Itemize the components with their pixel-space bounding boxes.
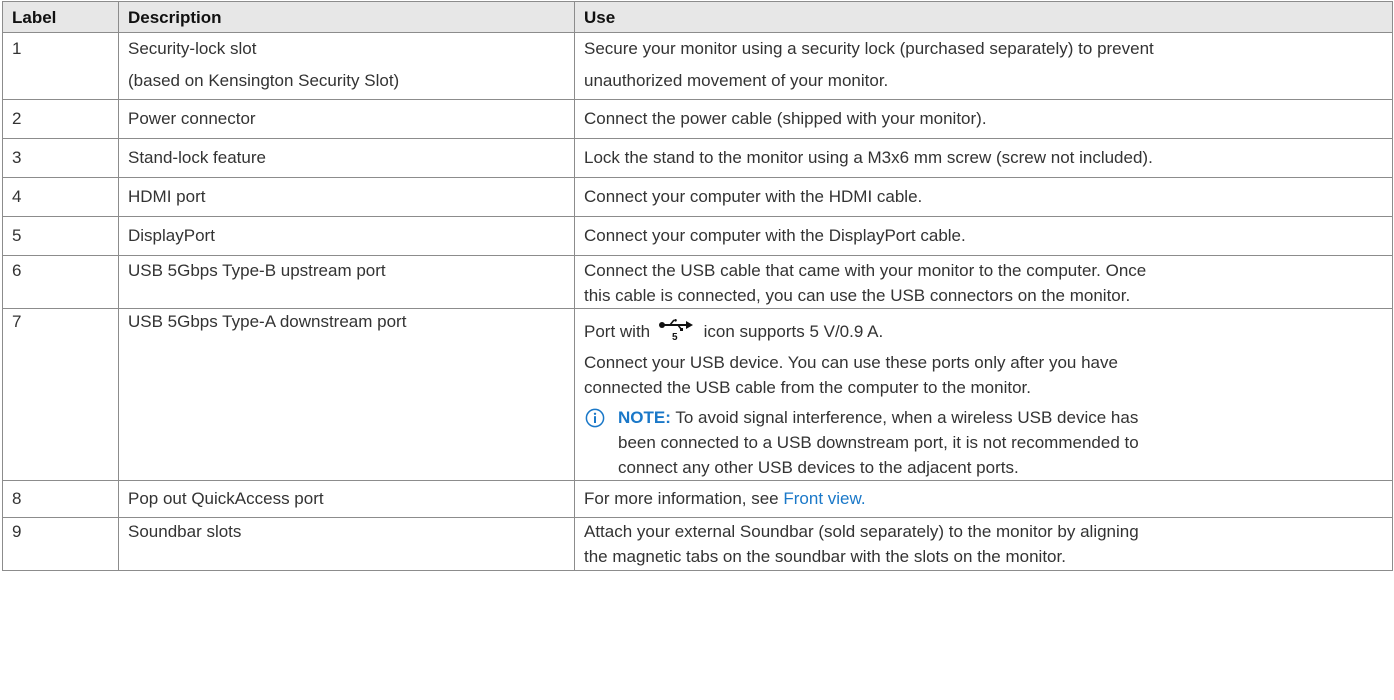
row-label: 8 [2, 480, 119, 518]
header-label: Label [2, 1, 119, 33]
row-label: 3 [2, 138, 119, 178]
row-description: Soundbar slots [118, 517, 575, 571]
table-row: 5 DisplayPort Connect your computer with… [2, 216, 1393, 256]
row-use: Attach your external Soundbar (sold sepa… [574, 517, 1393, 571]
header-description: Description [118, 1, 575, 33]
row-description: USB 5Gbps Type-A downstream port [118, 308, 575, 481]
table-row: 3 Stand-lock feature Lock the stand to t… [2, 138, 1393, 178]
ports-table: Label Description Use 1 Security-lock sl… [2, 1, 1393, 571]
info-circle-icon [585, 408, 605, 428]
row-label: 7 [2, 308, 119, 481]
row-label: 1 [2, 32, 119, 100]
usb-5gbps-icon: 5 [658, 319, 693, 341]
table-row: 6 USB 5Gbps Type-B upstream port Connect… [2, 255, 1393, 309]
table-row: 4 HDMI port Connect your computer with t… [2, 177, 1393, 217]
header-use: Use [574, 1, 1393, 33]
row-use: Port with 5 icon supports 5 V/0.9 A. Con… [574, 308, 1393, 481]
row-use: Connect the power cable (shipped with yo… [574, 99, 1393, 139]
row-use: For more information, see Front view. [574, 480, 1393, 518]
row-use: Secure your monitor using a security loc… [574, 32, 1393, 100]
row-use: Connect the USB cable that came with you… [574, 255, 1393, 309]
row-description: Stand-lock feature [118, 138, 575, 178]
table-row: 2 Power connector Connect the power cabl… [2, 99, 1393, 139]
table-row: 7 USB 5Gbps Type-A downstream port Port … [2, 308, 1393, 481]
row-label: 9 [2, 517, 119, 571]
note-label: NOTE: [618, 408, 671, 427]
row-label: 5 [2, 216, 119, 256]
row-label: 2 [2, 99, 119, 139]
row-description: Security-lock slot (based on Kensington … [118, 32, 575, 100]
row-description: Power connector [118, 99, 575, 139]
usb-port-info: Port with 5 icon supports 5 V/0.9 A. [584, 319, 1383, 345]
row-description: USB 5Gbps Type-B upstream port [118, 255, 575, 309]
row-description: DisplayPort [118, 216, 575, 256]
table-row: 9 Soundbar slots Attach your external So… [2, 517, 1393, 571]
row-label: 6 [2, 255, 119, 309]
row-use: Connect your computer with the DisplayPo… [574, 216, 1393, 256]
row-use: Connect your computer with the HDMI cabl… [574, 177, 1393, 217]
front-view-link[interactable]: Front view. [783, 489, 865, 508]
row-description: Pop out QuickAccess port [118, 480, 575, 518]
row-description: HDMI port [118, 177, 575, 217]
table-row: 8 Pop out QuickAccess port For more info… [2, 480, 1393, 518]
note-callout: NOTE: To avoid signal interference, when… [584, 405, 1383, 480]
svg-text:5: 5 [672, 332, 678, 341]
row-label: 4 [2, 177, 119, 217]
table-row: 1 Security-lock slot (based on Kensingto… [2, 32, 1393, 100]
row-use: Lock the stand to the monitor using a M3… [574, 138, 1393, 178]
table-header-row: Label Description Use [2, 1, 1393, 33]
